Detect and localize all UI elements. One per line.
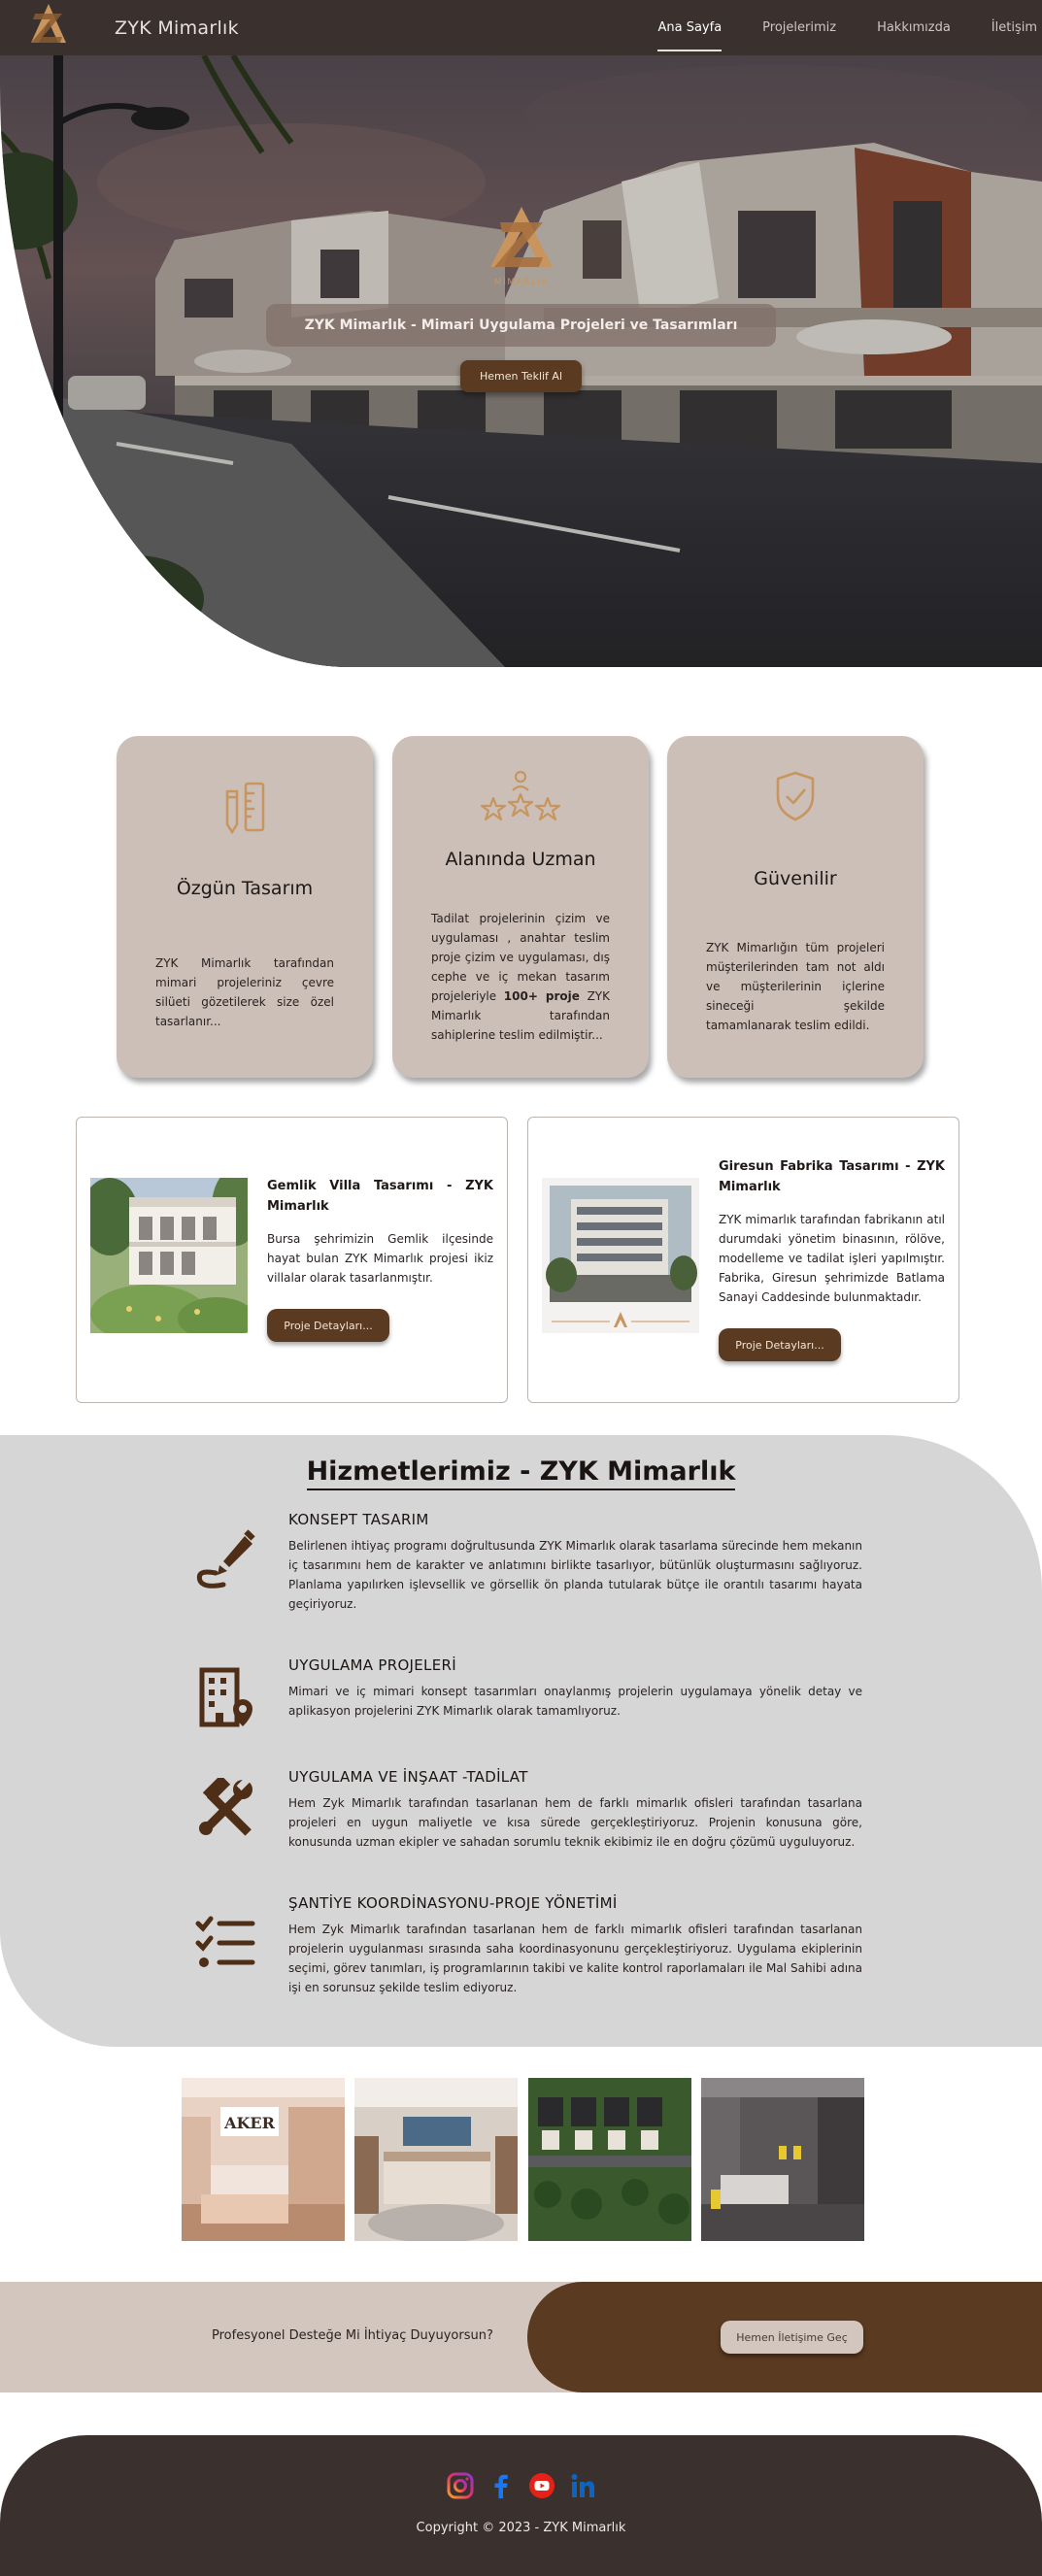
design-pen-icon [196,1529,255,1589]
service-site-coordination: ŞANTİYE KOORDİNASYONU-PROJE YÖNETİMİ Hem… [194,1894,864,2001]
feature-card-original-design: Özgün Tasarım ZYK Mimarlık tarafından mi… [117,736,373,1078]
brand-name[interactable]: ZYK Mimarlık [115,17,239,39]
copyright-text: Copyright © 2023 - ZYK Mimarlık [416,2521,626,2535]
social-links [0,2472,1042,2499]
nav-link-home[interactable]: Ana Sayfa [657,0,722,55]
zyk-logo-icon[interactable] [21,0,76,50]
hero-logo-text: MİMARLIK [493,277,548,287]
hero-logo-icon: MİMARLIK [489,207,553,287]
project-details-button[interactable]: Proje Detayları... [719,1328,841,1361]
feature-title: Alanında Uzman [445,849,596,870]
gemlik-villa-image[interactable] [90,1178,248,1333]
hero-section: MİMARLIK ZYK Mimarlık - Mimari Uygulama … [0,55,1042,667]
service-application-projects: UYGULAMA PROJELERİ Mimari ve iç mimari k… [194,1656,864,1734]
project-title[interactable]: Gemlik Villa Tasarımı - ZYK Mimarlık [267,1176,493,1217]
services-section: Hizmetlerimiz - ZYK Mimarlık KONSEPT TAS… [0,1435,1042,2047]
services-title: Hizmetlerimiz - ZYK Mimarlık [0,1456,1042,1490]
service-text: Hem Zyk Mimarlık tarafından tasarlanan h… [288,1796,862,1849]
service-title: ŞANTİYE KOORDİNASYONU-PROJE YÖNETİMİ [288,1894,618,1912]
feature-card-expert: Alanında Uzman Tadilat projelerinin çizi… [392,736,649,1078]
gallery-image-aerial-villas[interactable] [528,2078,691,2241]
feature-text: ZYK Mimarlık tarafından mimari projeleri… [155,956,334,1028]
gallery-image-living-room[interactable] [701,2078,864,2241]
service-title: KONSEPT TASARIM [288,1511,429,1528]
project-details-button[interactable]: Proje Detayları... [267,1309,389,1342]
instagram-icon[interactable] [447,2472,474,2499]
project-description: ZYK mimarlık tarafından fabrikanın atıl … [719,1213,945,1304]
pencil-ruler-icon [225,782,265,834]
cta-section: Profesyonel Desteğe Mi İhtiyaç Duyuyorsu… [0,2282,1042,2392]
feature-text: Tadilat projelerinin çizim ve uygulaması… [431,912,610,1042]
top-navbar: ZYK Mimarlık Ana Sayfa Projelerimiz Hakk… [0,0,1042,55]
contact-now-button[interactable]: Hemen İletişime Geç [721,2321,863,2354]
service-text: Belirlenen ihtiyaç programı doğrultusund… [288,1539,862,1611]
checklist-icon [195,1916,255,1967]
service-text: Mimari ve iç mimari konsept tasarımları … [288,1685,862,1718]
nav-link-about[interactable]: Hakkımızda [877,0,951,55]
project-title[interactable]: Giresun Fabrika Tasarımı - ZYK Mimarlık [719,1156,945,1197]
service-title: UYGULAMA VE İNŞAAT -TADİLAT [288,1768,528,1786]
footer: Copyright © 2023 - ZYK Mimarlık [0,2435,1042,2576]
award-stars-icon [480,770,561,821]
feature-card-reliable: Güvenilir ZYK Mimarlığın tüm projeleri m… [667,736,924,1078]
service-title: UYGULAMA PROJELERİ [288,1656,456,1674]
service-construction-renovation: UYGULAMA VE İNŞAAT -TADİLAT Hem Zyk Mima… [194,1768,864,1856]
youtube-icon[interactable] [528,2472,555,2499]
project-description: Bursa şehrimizin Gemlik ilçesinde hayat … [267,1232,493,1285]
get-quote-button[interactable]: Hemen Teklif Al [459,360,583,392]
service-text: Hem Zyk Mimarlık tarafından tasarlanan h… [288,1923,862,1994]
facebook-icon[interactable] [487,2472,515,2499]
feature-title: Özgün Tasarım [176,878,314,899]
giresun-factory-image[interactable] [542,1178,699,1333]
gallery-image-bedroom[interactable] [354,2078,518,2241]
building-location-icon [199,1667,252,1727]
feature-text: ZYK Mimarlığın tüm projeleri müşterileri… [706,941,885,1032]
nav-links: Ana Sayfa Projelerimiz Hakkımızda İletiş… [657,0,1042,55]
project-card-gemlik: Gemlik Villa Tasarımı - ZYK Mimarlık Bur… [76,1117,508,1403]
linkedin-icon[interactable] [569,2472,596,2499]
cta-text: Profesyonel Desteğe Mi İhtiyaç Duyuyorsu… [212,2328,493,2343]
feature-title: Güvenilir [754,868,837,889]
store-sign-text: AKER [223,2114,276,2132]
nav-link-contact[interactable]: İletişim [992,0,1037,55]
hero-title: ZYK Mimarlık - Mimari Uygulama Projeleri… [265,304,777,347]
hero-center-content: MİMARLIK ZYK Mimarlık - Mimari Uygulama … [0,201,1042,392]
gallery-image-store[interactable]: AKER [182,2078,345,2241]
nav-link-projects[interactable]: Projelerimiz [762,0,836,55]
shield-check-icon [776,771,815,821]
hammer-wrench-icon [199,1778,252,1836]
service-concept-design: KONSEPT TASARIM Belirlenen ihtiyaç progr… [194,1511,864,1618]
project-card-giresun: Giresun Fabrika Tasarımı - ZYK Mimarlık … [527,1117,959,1403]
